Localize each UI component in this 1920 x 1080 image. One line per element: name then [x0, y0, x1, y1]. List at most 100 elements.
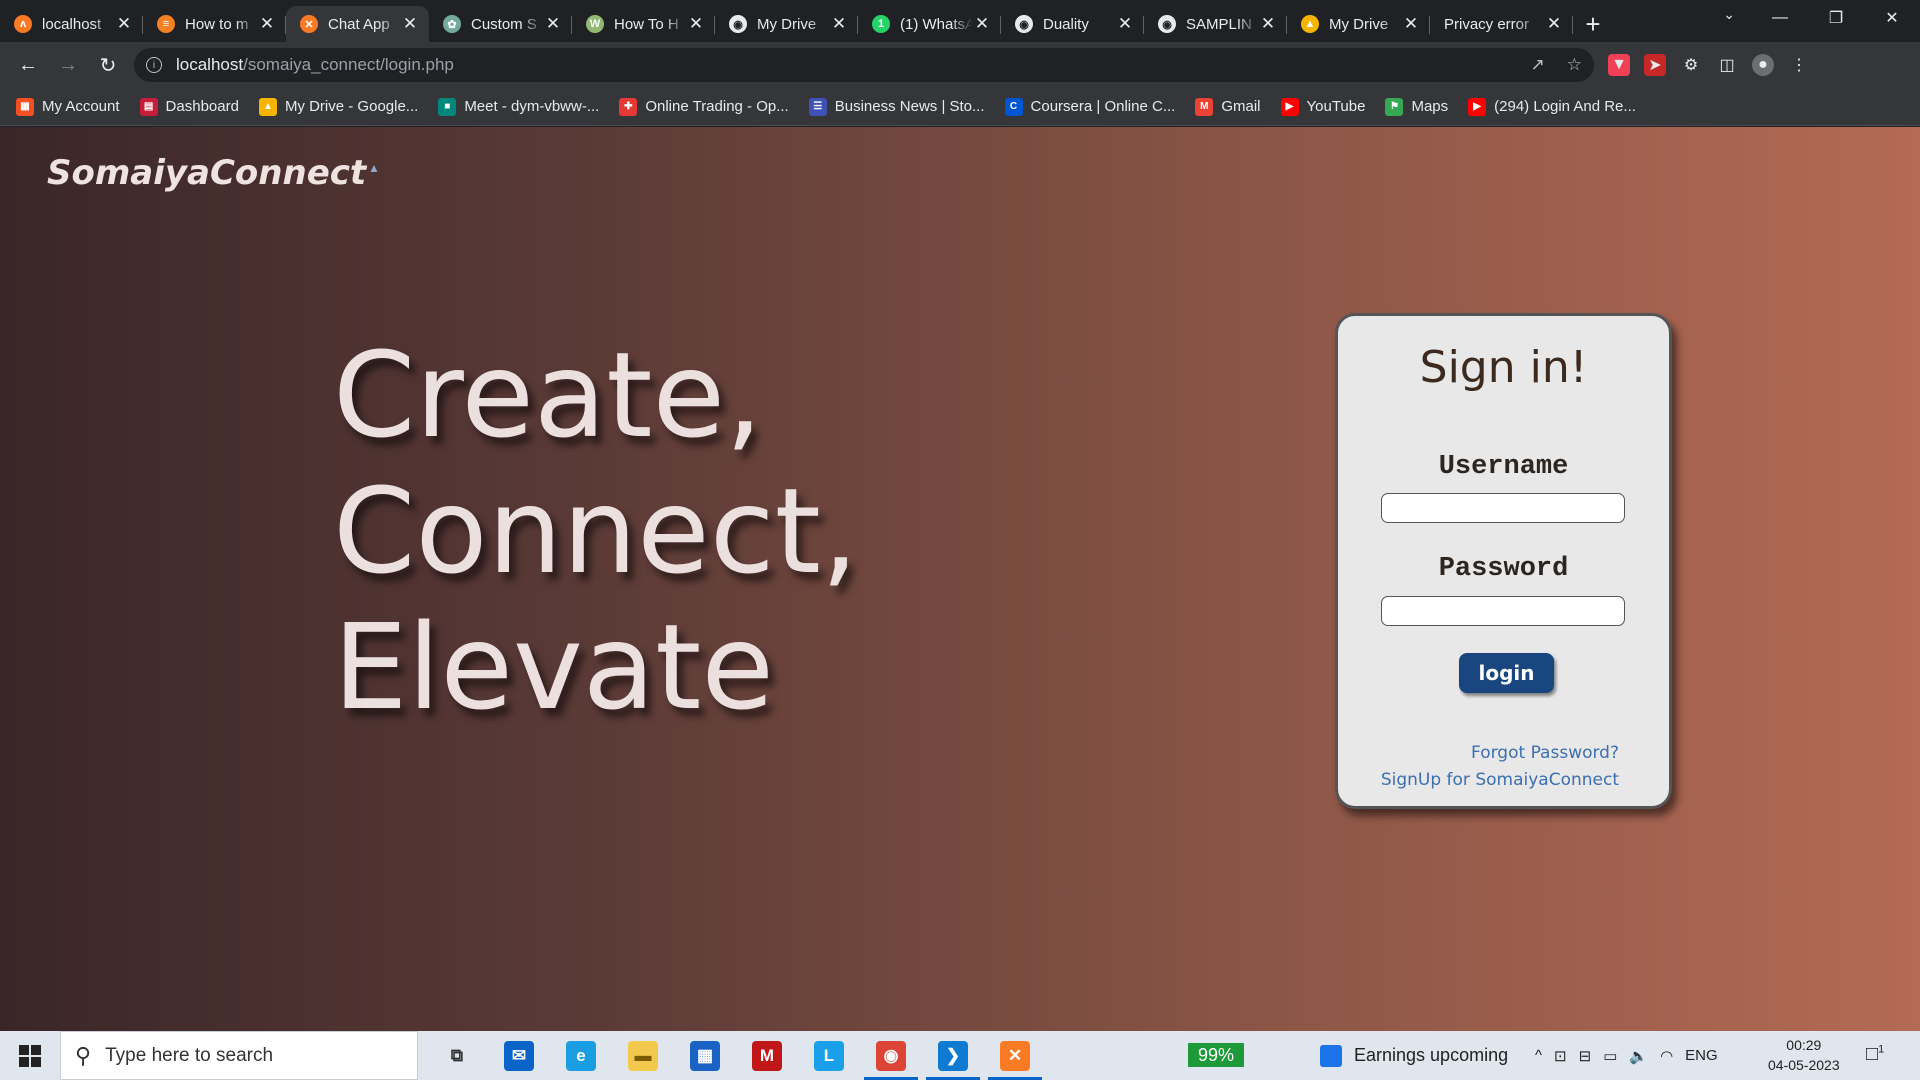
tab-7[interactable]: ◉ Duality ✕	[1001, 6, 1144, 42]
profile-avatar[interactable]: ●	[1752, 54, 1774, 76]
bookmark-4[interactable]: ✚ Online Trading - Op...	[619, 97, 789, 116]
close-tab-icon[interactable]: ✕	[973, 14, 991, 34]
bookmark-7[interactable]: M Gmail	[1195, 97, 1261, 116]
battery-icon[interactable]: ▭	[1603, 1047, 1617, 1065]
close-tab-icon[interactable]: ✕	[1259, 14, 1277, 34]
taskbar-app-7[interactable]: ◉	[860, 1031, 922, 1080]
bookmark-label: Meet - dym-vbww-...	[464, 98, 600, 115]
chrome-icon: ◉	[876, 1040, 906, 1071]
globe-icon: ◉	[1015, 15, 1033, 33]
taskbar-app-8[interactable]: ❯	[922, 1031, 984, 1080]
extension-red-icon[interactable]: ➤	[1644, 54, 1666, 76]
bookmark-2[interactable]: ▲ My Drive - Google...	[258, 97, 418, 116]
taskbar-app-4[interactable]: ▦	[674, 1031, 736, 1080]
news-widget[interactable]: Earnings upcoming	[1320, 1031, 1508, 1080]
tab-0[interactable]: ʌ localhost ✕	[0, 6, 143, 42]
meet-now-icon[interactable]: ⊡	[1554, 1047, 1567, 1065]
tab-3[interactable]: ✿ Custom S ✕	[429, 6, 572, 42]
tab-title: Custom S	[471, 15, 537, 33]
bookmark-6[interactable]: C Coursera | Online C...	[1004, 97, 1175, 116]
brand-logo[interactable]: SomaiyaConnect	[47, 153, 366, 193]
browser-toolbar: ← → ↻ i localhost/somaiya_connect/login.…	[0, 42, 1920, 88]
tab-title: SAMPLIN	[1186, 15, 1252, 33]
tab-6[interactable]: 1 (1) WhatsApp✕	[858, 6, 1001, 42]
tab-search-icon[interactable]: ⌄	[1723, 6, 1735, 23]
battery-widget[interactable]: 99%	[1188, 1043, 1245, 1067]
bookmark-label: (294) Login And Re...	[1494, 98, 1636, 115]
side-panel-icon[interactable]: ◫	[1716, 54, 1738, 76]
close-tab-icon[interactable]: ✕	[1545, 14, 1563, 34]
taskbar-app-0[interactable]: ⧉	[426, 1031, 488, 1080]
close-tab-icon[interactable]: ✕	[401, 14, 419, 34]
tab-1[interactable]: ≡ How to m ✕	[143, 6, 286, 42]
bookmark-10[interactable]: ▶ (294) Login And Re...	[1468, 97, 1636, 116]
start-button[interactable]	[0, 1031, 60, 1080]
back-button[interactable]: ←	[8, 47, 48, 83]
display-icon[interactable]: ⊟	[1579, 1047, 1592, 1065]
close-tab-icon[interactable]: ✕	[1402, 14, 1420, 34]
headline-line-2: Connect,	[333, 462, 859, 600]
chrome-menu-icon[interactable]: ⋮	[1788, 54, 1810, 76]
bookmark-label: Business News | Sto...	[834, 98, 985, 115]
new-tab-button[interactable]: +	[1573, 6, 1613, 42]
close-tab-icon[interactable]: ✕	[544, 14, 562, 34]
volume-icon[interactable]: 🔈	[1629, 1047, 1648, 1065]
tab-2[interactable]: ✕ Chat App ✕	[286, 6, 429, 42]
tab-10[interactable]: Privacy error ✕	[1430, 6, 1573, 42]
wifi-icon[interactable]: ◠	[1660, 1047, 1673, 1065]
taskbar-app-2[interactable]: e	[550, 1031, 612, 1080]
bookmark-1[interactable]: ▤ Dashboard	[139, 97, 239, 116]
file-explorer-icon: ▬	[628, 1040, 658, 1071]
bookmark-3[interactable]: ■ Meet - dym-vbww-...	[438, 97, 600, 116]
forward-button[interactable]: →	[48, 47, 88, 83]
bookmark-label: My Account	[42, 98, 120, 115]
close-tab-icon[interactable]: ✕	[115, 14, 133, 34]
bookmark-5[interactable]: ☰ Business News | Sto...	[808, 97, 985, 116]
login-button[interactable]: login	[1459, 653, 1554, 693]
close-window-button[interactable]: ✕	[1864, 0, 1920, 36]
mcafee-icon: M	[752, 1040, 782, 1071]
address-bar[interactable]: i localhost/somaiya_connect/login.php ↗ …	[134, 48, 1594, 82]
system-clock[interactable]: 00:29 04-05-2023	[1768, 1035, 1840, 1075]
taskbar-search-box[interactable]: ⚲ Type here to search	[60, 1031, 418, 1080]
close-tab-icon[interactable]: ✕	[830, 14, 848, 34]
tray-overflow-icon[interactable]: ^	[1535, 1047, 1542, 1064]
xampp-icon: ✕	[1000, 1040, 1030, 1071]
notifications-icon[interactable]: □1	[1866, 1043, 1884, 1066]
graduation-cap-icon: ▲	[368, 161, 380, 175]
extensions-puzzle-icon[interactable]: ⚙	[1680, 54, 1702, 76]
bookmark-star-icon[interactable]: ☆	[1567, 55, 1582, 75]
taskbar-app-5[interactable]: M	[736, 1031, 798, 1080]
taskbar-app-9[interactable]: ✕	[984, 1031, 1046, 1080]
password-input[interactable]	[1381, 596, 1625, 626]
restore-button[interactable]: ❐	[1808, 0, 1864, 36]
bookmark-8[interactable]: ▶ YouTube	[1280, 97, 1365, 116]
search-placeholder: Type here to search	[105, 1044, 274, 1066]
bookmark-0[interactable]: ▦ My Account	[16, 97, 120, 116]
close-tab-icon[interactable]: ✕	[687, 14, 705, 34]
bookmark-label: Gmail	[1221, 98, 1261, 115]
tab-title: Privacy error	[1444, 15, 1530, 33]
reload-button[interactable]: ↻	[88, 47, 128, 83]
tab-title: How to m	[185, 15, 249, 33]
page-content: SomaiyaConnect ▲ Create, Connect, Elevat…	[0, 127, 1920, 1031]
tab-title: localhost	[42, 15, 102, 33]
tab-4[interactable]: W How To H ✕	[572, 6, 715, 42]
username-input[interactable]	[1381, 493, 1625, 523]
minimize-button[interactable]: —	[1752, 0, 1808, 36]
tab-5[interactable]: ◉ My Drive ✕	[715, 6, 858, 42]
taskbar-app-1[interactable]: ✉	[488, 1031, 550, 1080]
forgot-password-link[interactable]: Forgot Password?	[1471, 743, 1619, 763]
taskbar-app-6[interactable]: L	[798, 1031, 860, 1080]
site-info-icon[interactable]: i	[146, 57, 162, 73]
share-icon[interactable]: ↗	[1531, 55, 1545, 75]
close-tab-icon[interactable]: ✕	[258, 14, 276, 34]
bookmark-9[interactable]: ⚑ Maps	[1385, 97, 1448, 116]
language-indicator[interactable]: ENG	[1685, 1047, 1718, 1064]
signup-link[interactable]: SignUp for SomaiyaConnect	[1381, 770, 1619, 790]
tab-9[interactable]: ▲ My Drive ✕	[1287, 6, 1430, 42]
pocket-extension-icon[interactable]: ▼	[1608, 54, 1630, 76]
close-tab-icon[interactable]: ✕	[1116, 14, 1134, 34]
taskbar-app-3[interactable]: ▬	[612, 1031, 674, 1080]
tab-8[interactable]: ◉ SAMPLIN ✕	[1144, 6, 1287, 42]
